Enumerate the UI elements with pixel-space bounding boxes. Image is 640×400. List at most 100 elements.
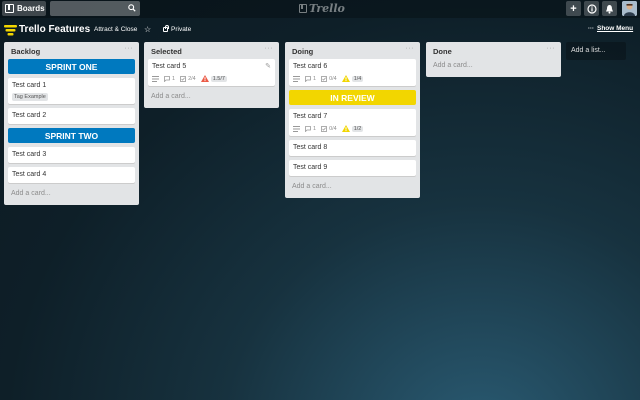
card[interactable]: Test card 2 xyxy=(8,108,135,124)
checklist-badge: 0/4 xyxy=(321,126,337,132)
card[interactable]: Test card 3 xyxy=(8,147,135,163)
list-title[interactable]: Selected xyxy=(151,47,182,56)
visibility-label: Private xyxy=(171,26,192,33)
board-logo-icon xyxy=(4,25,17,36)
card[interactable]: Test card 6 1 0/4 1/4 xyxy=(289,59,416,86)
estimate-value: 1/4 xyxy=(351,75,364,82)
comment-count: 1 xyxy=(313,75,317,82)
estimate-value: 1.5/7 xyxy=(210,75,227,82)
top-navbar: Boards Trello + xyxy=(0,0,640,18)
list-backlog: Backlog ··· SPRINT ONE Test card 1 Tag E… xyxy=(4,42,139,205)
checklist-icon xyxy=(321,125,327,132)
card[interactable]: Test card 4 xyxy=(8,167,135,183)
trello-logo[interactable]: Trello xyxy=(299,2,345,15)
card-title: Test card 5 xyxy=(152,63,187,70)
show-menu-button[interactable]: ··· Show Menu xyxy=(588,25,633,32)
warning-icon xyxy=(341,125,350,132)
avatar[interactable] xyxy=(622,1,637,16)
list-title[interactable]: Doing xyxy=(292,47,313,56)
search-icon[interactable] xyxy=(128,4,136,12)
show-menu-label: Show Menu xyxy=(597,25,634,32)
lock-icon xyxy=(163,25,169,32)
list-done: Done ··· Add a card... xyxy=(426,42,561,77)
add-button[interactable]: + xyxy=(566,1,581,16)
warning-icon xyxy=(200,75,209,82)
card-title: Test card 3 xyxy=(12,151,47,158)
card[interactable]: Test card 1 Tag Example xyxy=(8,78,135,104)
add-list-button[interactable]: Add a list... xyxy=(566,42,626,60)
bell-icon xyxy=(606,4,613,14)
checklist-count: 0/4 xyxy=(329,125,337,132)
estimate-value: 1/2 xyxy=(351,125,364,132)
comments-badge: 1 xyxy=(164,76,175,82)
boards-icon xyxy=(5,4,14,13)
card-title: Test card 8 xyxy=(293,144,328,151)
comment-count: 1 xyxy=(313,125,317,132)
list-menu-icon[interactable]: ··· xyxy=(547,45,556,52)
card-title: Test card 2 xyxy=(12,112,47,119)
checklist-badge: 2/4 xyxy=(180,76,196,82)
comments-badge: 1 xyxy=(305,76,316,82)
in-review-card[interactable]: IN REVIEW xyxy=(289,90,416,105)
sprint-one-card[interactable]: SPRINT ONE xyxy=(8,59,135,74)
card-title: Test card 7 xyxy=(293,113,328,120)
star-icon[interactable]: ☆ xyxy=(144,25,151,34)
team-name[interactable]: Attract & Close xyxy=(94,26,137,33)
card-badges: 1 0/4 1/4 xyxy=(293,74,412,83)
add-card-button[interactable]: Add a card... xyxy=(148,90,275,104)
list-header: Done ··· xyxy=(430,44,557,59)
checklist-count: 2/4 xyxy=(188,75,196,82)
boards-label: Boards xyxy=(17,4,45,13)
list-header: Doing ··· xyxy=(289,44,416,59)
card-title: Test card 1 xyxy=(12,82,47,89)
add-card-button[interactable]: Add a card... xyxy=(289,180,416,194)
warning-icon xyxy=(341,75,350,82)
card-badges: 1 0/4 1/2 xyxy=(293,124,412,133)
checklist-icon xyxy=(321,75,327,82)
add-card-button[interactable]: Add a card... xyxy=(8,187,135,201)
list-menu-icon[interactable]: ··· xyxy=(265,45,274,52)
avatar-image xyxy=(622,1,637,16)
sprint-two-card[interactable]: SPRINT TWO xyxy=(8,128,135,143)
comment-icon xyxy=(164,75,170,82)
card[interactable]: Test card 9 xyxy=(289,160,416,176)
checklist-count: 0/4 xyxy=(329,75,337,82)
list-title[interactable]: Backlog xyxy=(11,47,40,56)
add-card-button[interactable]: Add a card... xyxy=(430,59,557,73)
pencil-icon[interactable]: ✎ xyxy=(265,62,271,70)
estimate-badge: 1/4 xyxy=(341,75,364,82)
comment-icon xyxy=(305,125,311,132)
checklist-badge: 0/4 xyxy=(321,76,337,82)
comment-count: 1 xyxy=(172,75,176,82)
list-title[interactable]: Done xyxy=(433,47,452,56)
card-tag: Tag Example xyxy=(12,93,48,101)
trello-logo-icon xyxy=(299,4,307,13)
plus-icon: + xyxy=(570,2,577,15)
board-title[interactable]: Trello Features xyxy=(19,24,90,35)
list-menu-icon[interactable]: ··· xyxy=(125,45,134,52)
notifications-button[interactable] xyxy=(602,1,617,16)
card[interactable]: Test card 8 xyxy=(289,140,416,156)
comments-badge: 1 xyxy=(305,126,316,132)
card[interactable]: Test card 7 1 0/4 1/2 xyxy=(289,109,416,136)
card-badges: 1 2/4 1.5/7 xyxy=(152,74,271,83)
list-menu-icon[interactable]: ··· xyxy=(406,45,415,52)
card-title: Test card 4 xyxy=(12,171,47,178)
description-icon xyxy=(293,125,300,132)
info-button[interactable] xyxy=(584,1,599,16)
logo-text: Trello xyxy=(309,2,345,15)
search-input[interactable] xyxy=(50,1,140,16)
description-icon xyxy=(152,75,159,82)
list-doing: Doing ··· Test card 6 1 0/4 1/4 IN REVIE… xyxy=(285,42,420,198)
info-icon xyxy=(586,3,597,14)
card-title: Test card 9 xyxy=(293,164,328,171)
boards-button[interactable]: Boards xyxy=(2,1,46,16)
menu-dots-icon: ··· xyxy=(588,25,594,32)
description-icon xyxy=(293,75,300,82)
visibility-button[interactable]: Private xyxy=(163,25,192,33)
board-header: Trello Features Attract & Close ☆ Privat… xyxy=(0,21,640,39)
list-header: Selected ··· xyxy=(148,44,275,59)
estimate-badge: 1/2 xyxy=(341,125,364,132)
comment-icon xyxy=(305,75,311,82)
card[interactable]: Test card 5 ✎ 1 2/4 1.5/7 xyxy=(148,59,275,86)
